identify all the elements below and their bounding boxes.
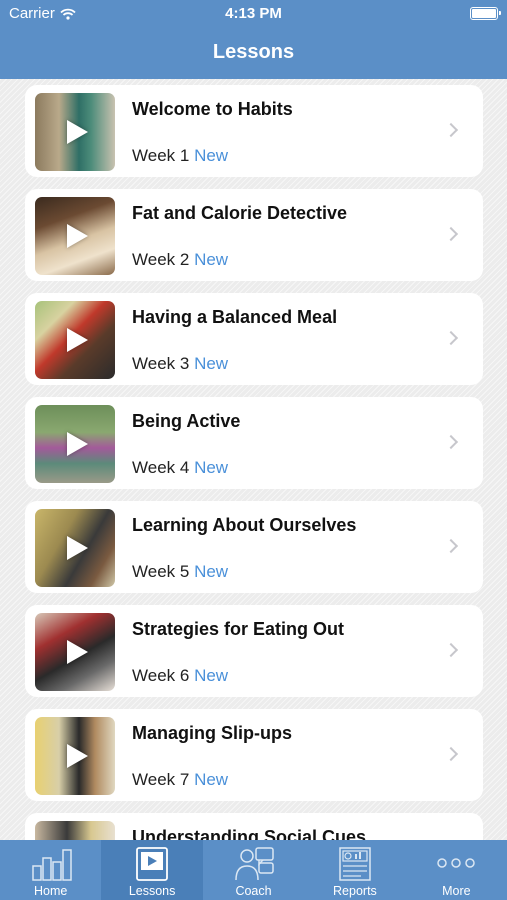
lesson-week: Week 1 New (132, 146, 229, 165)
tab-bar: Home Lessons Coach Reports More (0, 840, 507, 900)
lesson-week: Week 7 New (132, 770, 229, 789)
lesson-row-3[interactable]: Having a Balanced Meal Week 3 New (25, 293, 483, 385)
tab-label: Reports (333, 884, 377, 898)
page-title: Lessons (212, 41, 295, 63)
navigation-bar: Carrier 4:13 PM Lessons (0, 0, 507, 79)
play-icon (67, 640, 88, 664)
lesson-row-6[interactable]: Strategies for Eating Out Week 6 New (25, 605, 483, 697)
tab-label: More (442, 884, 471, 898)
lesson-title: Managing Slip-ups (132, 723, 292, 743)
bar-chart-icon (31, 849, 72, 881)
new-badge: New (194, 666, 229, 685)
tab-label: Home (34, 884, 68, 898)
lesson-week: Week 3 New (132, 354, 229, 373)
chevron-right-icon (443, 746, 459, 762)
lesson-title: Fat and Calorie Detective (132, 203, 348, 223)
play-icon (67, 328, 88, 352)
lesson-thumbnail (35, 613, 115, 691)
report-icon (339, 847, 371, 881)
lesson-thumbnail (35, 301, 115, 379)
tab-coach[interactable]: Coach (203, 840, 304, 900)
lesson-title: Being Active (132, 411, 241, 431)
new-badge: New (194, 770, 229, 789)
tab-label: Coach (235, 884, 272, 898)
chevron-right-icon (443, 538, 459, 554)
lesson-row-4[interactable]: Being Active Week 4 New (25, 397, 483, 489)
lesson-list[interactable]: Welcome to Habits Week 1 New Fat and Cal… (0, 79, 507, 840)
lesson-title: Learning About Ourselves (132, 515, 357, 535)
chevron-right-icon (443, 434, 459, 450)
chevron-right-icon (443, 122, 459, 138)
tab-label: Lessons (128, 884, 176, 898)
lesson-thumbnail (35, 717, 115, 795)
play-icon (67, 432, 88, 456)
chevron-right-icon (443, 226, 459, 242)
lesson-thumbnail (35, 405, 115, 483)
lesson-thumbnail (35, 93, 115, 171)
lesson-thumbnail (35, 821, 115, 840)
coach-chat-icon (234, 847, 274, 881)
battery-icon (470, 7, 501, 20)
lesson-row-2[interactable]: Fat and Calorie Detective Week 2 New (25, 189, 483, 281)
new-badge: New (194, 146, 229, 165)
tab-reports[interactable]: Reports (304, 840, 405, 900)
tab-more[interactable]: More (406, 840, 507, 900)
lesson-title: Understanding Social Cues (132, 827, 367, 840)
status-time: 4:13 PM (225, 5, 282, 22)
lesson-week: Week 5 New (132, 562, 229, 581)
lesson-row-1[interactable]: Welcome to Habits Week 1 New (25, 85, 483, 177)
play-icon (67, 744, 88, 768)
new-badge: New (194, 354, 229, 373)
new-badge: New (194, 458, 229, 477)
play-icon (67, 536, 88, 560)
chevron-right-icon (443, 330, 459, 346)
tab-home[interactable]: Home (0, 840, 101, 900)
play-icon (67, 224, 88, 248)
lesson-week: Week 4 New (132, 458, 229, 477)
tab-lessons[interactable]: Lessons (101, 840, 203, 900)
lesson-row-7[interactable]: Managing Slip-ups Week 7 New (25, 709, 483, 801)
lesson-thumbnail (35, 509, 115, 587)
new-badge: New (194, 562, 229, 581)
lesson-row-8[interactable]: Understanding Social Cues (25, 813, 483, 840)
lesson-title: Strategies for Eating Out (132, 619, 345, 639)
new-badge: New (194, 250, 229, 269)
chevron-right-icon (443, 642, 459, 658)
lesson-thumbnail (35, 197, 115, 275)
lesson-week: Week 6 New (132, 666, 229, 685)
lesson-title: Having a Balanced Meal (132, 307, 338, 327)
lesson-title: Welcome to Habits (132, 99, 293, 119)
lesson-week: Week 2 New (132, 250, 229, 269)
more-icon (437, 858, 476, 868)
lesson-row-5[interactable]: Learning About Ourselves Week 5 New (25, 501, 483, 593)
play-icon (67, 120, 88, 144)
video-icon (136, 847, 169, 881)
